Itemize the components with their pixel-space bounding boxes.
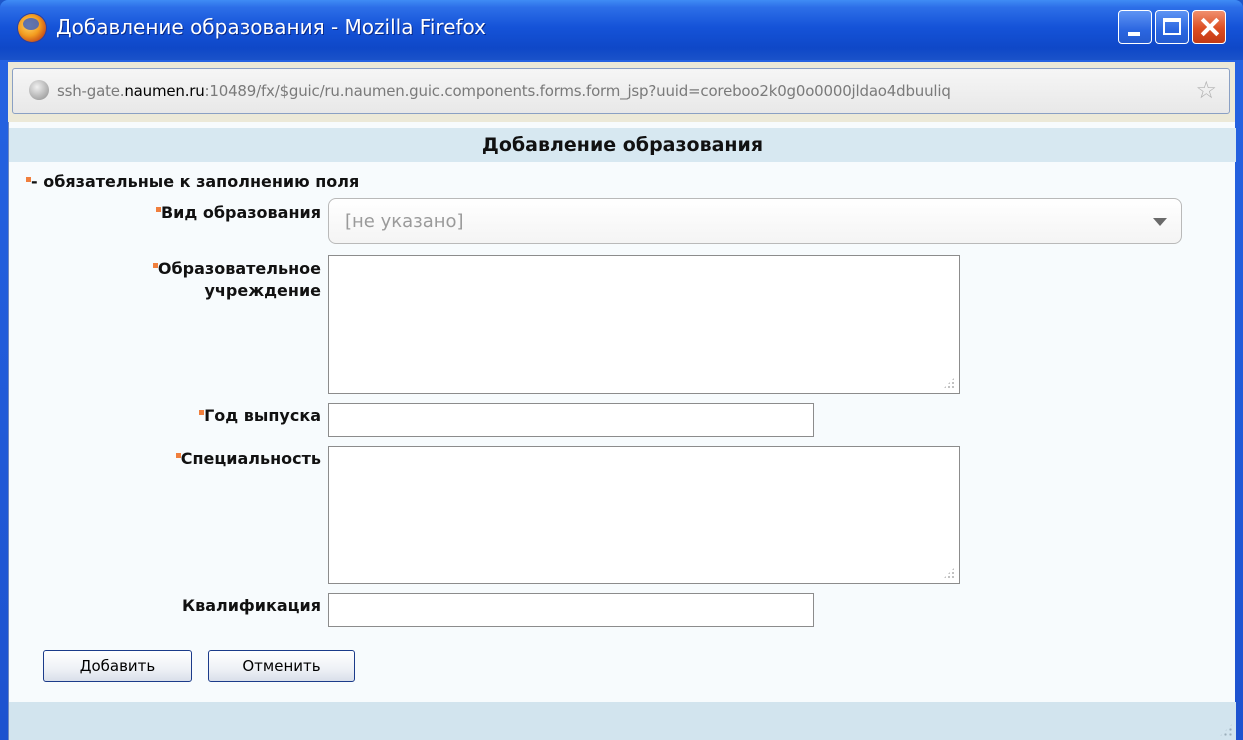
education-type-label-text: Вид образования [160,203,321,222]
specialty-textarea[interactable] [328,446,960,584]
form-title: Добавление образования [9,128,1236,162]
education-type-select[interactable]: [не указано] [328,198,1182,244]
url-text[interactable]: ssh-gate.naumen.ru:10489/fx/$guic/ru.nau… [57,82,1193,100]
add-button[interactable]: Добавить [43,650,192,682]
graduation-year-input[interactable] [328,403,814,437]
qualification-input[interactable] [328,593,814,627]
graduation-year-label-text: Год выпуска [204,406,321,425]
resize-grip-icon[interactable] [943,567,955,579]
required-legend-text: - обязательные к заполнению поля [31,172,360,191]
address-bar[interactable]: ssh-gate.naumen.ru:10489/fx/$guic/ru.nau… [12,68,1230,114]
star-icon[interactable]: ☆ [1195,78,1217,102]
resize-grip-icon[interactable] [943,377,955,389]
graduation-year-label: Год выпуска [199,405,321,427]
form-dialog: Добавление образования - обязательные к … [8,122,1236,740]
window-title: Добавление образования - Mozilla Firefox [56,15,486,39]
education-type-label: Вид образования [155,202,321,224]
qualification-label: Квалификация [182,595,321,617]
firefox-icon [18,14,46,42]
url-path: :10489/fx/$guic/ru.naumen.guic.component… [204,82,951,100]
education-type-value: [не указано] [345,211,464,232]
minimize-icon[interactable] [1118,10,1152,44]
browser-window: Добавление образования - Mozilla Firefox… [0,0,1243,740]
url-host-prefix: ssh-gate. [57,82,125,100]
globe-icon [29,80,49,100]
specialty-label-text: Специальность [180,449,321,468]
chevron-down-icon [1153,218,1167,226]
institution-label-line2: учреждение [204,281,321,300]
qualification-label-text: Квалификация [181,596,321,615]
institution-label-line1: Образовательное [157,259,321,278]
close-icon[interactable] [1192,10,1226,44]
institution-textarea[interactable] [328,255,960,394]
url-domain: naumen.ru [124,82,205,100]
maximize-icon[interactable] [1155,10,1189,44]
title-bar[interactable]: Добавление образования - Mozilla Firefox [0,0,1243,60]
window-resize-grip-icon[interactable] [1218,722,1234,738]
required-legend: - обязательные к заполнению поля [26,172,359,191]
specialty-label: Специальность [175,448,321,470]
cancel-button[interactable]: Отменить [208,650,355,682]
dialog-footer [9,702,1236,740]
institution-label: Образовательное учреждение [152,258,321,302]
